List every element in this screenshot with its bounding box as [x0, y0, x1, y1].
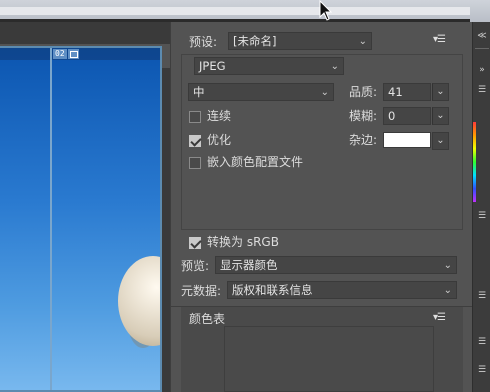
window-title-highlight: [0, 7, 470, 15]
grip-icon[interactable]: ☰: [473, 86, 490, 95]
image-preview-canvas[interactable]: 02: [0, 46, 162, 392]
preview-select[interactable]: 显示器颜色 ⌄: [215, 256, 457, 274]
blur-label: 模糊:: [349, 109, 378, 123]
double-chevron-icon[interactable]: »: [473, 62, 490, 78]
chevron-down-icon: ⌄: [443, 260, 452, 271]
chevron-down-icon: ⌄: [443, 285, 452, 296]
metadata-label: 元数据:: [181, 284, 222, 298]
chevron-down-icon: ⌄: [330, 61, 339, 72]
slice-link-icon[interactable]: [68, 49, 79, 59]
metadata-value: 版权和联系信息: [232, 283, 313, 297]
quality-label: 品质:: [349, 85, 378, 99]
preset-value: [未命名]: [233, 34, 277, 48]
grip-icon[interactable]: ☰: [473, 212, 490, 221]
window-title-strip: [0, 0, 490, 22]
preset-label: 预设:: [189, 35, 218, 49]
slice-header-bar: [0, 48, 160, 60]
blur-value: 0: [388, 109, 396, 123]
double-chevron-icon[interactable]: ≪: [473, 28, 490, 44]
matte-dropdown-button[interactable]: ⌄: [432, 132, 449, 150]
chevron-down-icon: ⌄: [320, 87, 329, 98]
matte-color-swatch[interactable]: [383, 132, 431, 148]
panel-menu-icon[interactable]: ▾☰: [433, 34, 446, 45]
color-spectrum-strip: [473, 122, 476, 202]
mouse-cursor-icon: [319, 0, 333, 21]
quality-dropdown-button[interactable]: ⌄: [432, 83, 449, 101]
format-select[interactable]: JPEG ⌄: [194, 57, 344, 75]
dock-separator: [475, 48, 489, 49]
hot-air-balloon-image: [118, 256, 160, 346]
optimized-label: 优化: [207, 133, 232, 147]
preview-value: 显示器颜色: [220, 258, 278, 272]
quality-level-value: 中: [193, 85, 205, 99]
progressive-label: 连续: [207, 109, 232, 123]
matte-label: 杂边:: [349, 133, 378, 147]
chevron-down-icon: ⌄: [358, 36, 367, 47]
quality-field[interactable]: 41: [383, 83, 431, 101]
format-value: JPEG: [199, 59, 226, 73]
preset-select[interactable]: [未命名] ⌄: [228, 32, 372, 50]
grip-icon[interactable]: ☰: [473, 292, 490, 301]
blur-dropdown-button[interactable]: ⌄: [432, 107, 449, 125]
grip-icon[interactable]: ☰: [473, 338, 490, 347]
preview-label: 预览:: [181, 259, 210, 273]
optimized-checkbox[interactable]: [189, 135, 201, 147]
quality-value: 41: [388, 85, 403, 99]
blur-field[interactable]: 0: [383, 107, 431, 125]
embed-profile-label: 嵌入颜色配置文件: [207, 155, 304, 169]
panel-menu-icon[interactable]: ▾☰: [433, 312, 446, 323]
color-table-grid: [224, 326, 434, 392]
collapsed-panel-dock: ≪ » ☰ ☰ ☰ ☰ ☰: [472, 22, 490, 392]
slice-number-badge[interactable]: 02: [53, 49, 67, 59]
optimize-settings-panel: 预设: [未命名] ⌄ ▾☰ JPEG ⌄ 中 ⌄ 品质: 41 ⌄ 连续 模糊…: [170, 22, 473, 392]
grip-icon[interactable]: ☰: [473, 366, 490, 375]
convert-srgb-label: 转换为 sRGB: [207, 235, 279, 249]
metadata-select[interactable]: 版权和联系信息 ⌄: [227, 281, 457, 299]
slice-divider[interactable]: [50, 48, 52, 390]
convert-srgb-checkbox[interactable]: [189, 237, 201, 249]
quality-level-select[interactable]: 中 ⌄: [188, 83, 334, 101]
progressive-checkbox[interactable]: [189, 111, 201, 123]
color-table-title: 颜色表: [189, 312, 226, 326]
embed-profile-checkbox[interactable]: [189, 157, 201, 169]
